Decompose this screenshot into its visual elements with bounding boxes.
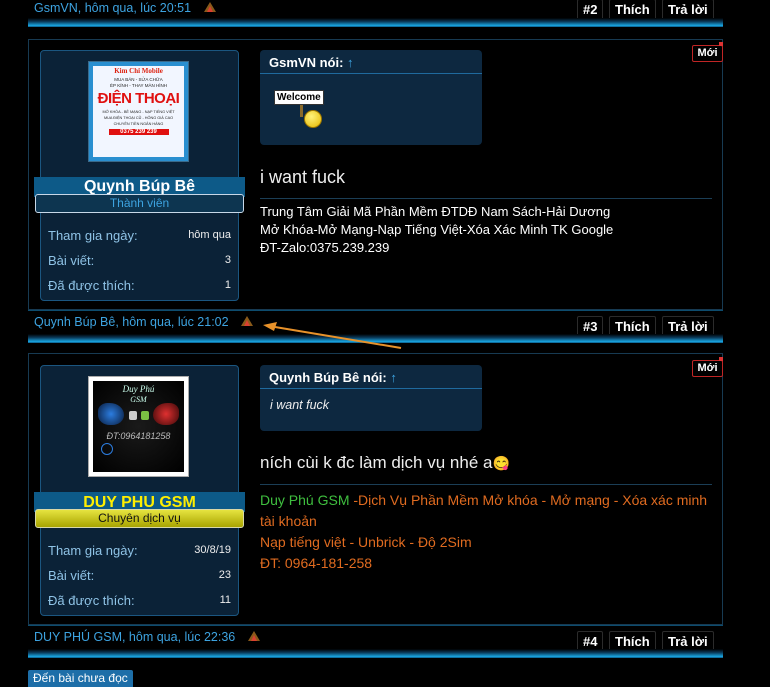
stat-likes: Đã được thích: 11 [48, 593, 231, 608]
avatar-big-text: ĐIỆN THOẠI [97, 90, 180, 107]
avatar-text: Duy Phú [122, 384, 155, 394]
avatar-phone: 0375 239 239 [108, 129, 169, 135]
stat-posts: Bài viết: 23 [48, 568, 231, 583]
signature-line: ĐT: 0964-181-258 [260, 555, 373, 571]
signature-line: ĐT-Zalo:0375.239.239 [260, 240, 390, 255]
signature-line: Trung Tâm Giải Mã Phần Mềm ĐTDĐ Nam Sách… [260, 204, 611, 219]
post-3: Mới Kim Chi Mobile MUA BÁN - SỬA CHỮA ÉP… [28, 39, 723, 310]
post-meta: GsmVN, hôm qua, lúc 20:51 [34, 1, 217, 15]
post-meta: DUY PHÚ GSM, hôm qua, lúc 22:36 [34, 630, 261, 644]
post-message: ních cùi k đc làm dịch vụ nhé a😋 [260, 453, 510, 473]
post-footer-bar-4: DUY PHÚ GSM, hôm qua, lúc 22:36 #4 Thích… [28, 625, 723, 658]
post-4: Mới Duy Phú GSM ĐT:0964181258 DUY PHU GS… [28, 353, 723, 625]
user-info-panel: Duy Phú GSM ĐT:0964181258 DUY PHU GSM Ch… [34, 365, 245, 616]
avatar[interactable]: Duy Phú GSM ĐT:0964181258 [88, 376, 189, 477]
post-meta: Quynh Búp Bê, hôm qua, lúc 21:02 [34, 315, 254, 329]
signature-divider [260, 198, 712, 199]
post-number-link[interactable]: #4 [577, 631, 604, 653]
quote-author: GsmVN nói: [269, 55, 344, 70]
avatar-phone: ĐT:0964181258 [106, 431, 171, 441]
stat-likes: Đã được thích: 1 [48, 278, 231, 293]
signature-line: Duy Phú GSM -Dịch Vụ Phần Mềm Mở khóa - … [260, 492, 708, 529]
like-button[interactable]: Thích [609, 631, 656, 653]
quote-block: Quynh Búp Bê nói: ↑ i want fuck [260, 365, 482, 431]
signature-divider [260, 484, 712, 485]
avatar-text: MUA ĐIỆN THOẠI CŨ - HỎNG GIÁ CAO [103, 116, 174, 120]
user-title: Thành viên [35, 194, 244, 213]
stat-joined: Tham gia ngày: 30/8/19 [48, 543, 231, 558]
reply-button[interactable]: Trả lời [662, 631, 714, 653]
post-author-link[interactable]: Quynh Búp Bê [34, 315, 115, 329]
quote-author: Quynh Búp Bê nói: [269, 370, 387, 385]
stat-posts: Bài viết: 3 [48, 253, 231, 268]
like-button[interactable]: Thích [609, 0, 656, 21]
post-footer-bar-2: GsmVN, hôm qua, lúc 20:51 #2 Thích Trả l… [28, 0, 723, 27]
post-time[interactable]: , hôm qua, lúc 22:36 [122, 630, 235, 644]
signature: Duy Phú GSM -Dịch Vụ Phần Mềm Mở khóa - … [260, 490, 715, 574]
welcome-smiley: Welcome [274, 90, 334, 132]
quote-header: Quynh Búp Bê nói: ↑ [260, 365, 482, 389]
post-time[interactable]: , hôm qua, lúc 20:51 [78, 1, 191, 15]
avatar-text: MUA BÁN - SỬA CHỮA [114, 77, 163, 82]
report-icon[interactable] [203, 1, 217, 13]
avatar-text: CHUYÊN TIỀN NGÂN HÀNG [113, 122, 164, 126]
unread-posts-button[interactable]: Đến bài chưa đọc [28, 670, 133, 687]
signature-line: Mở Khóa-Mở Mạng-Nạp Tiếng Việt-Xóa Xác M… [260, 222, 614, 237]
stat-joined: Tham gia ngày: hôm qua [48, 228, 231, 243]
signature-line: Nạp tiếng việt - Unbrick - Độ 2Sim [260, 534, 472, 550]
tongue-emoji-icon: 😋 [492, 455, 510, 471]
avatar-text: MỞ KHÓA - BẺ MẠNG - NẠP TIẾNG VIỆT [102, 110, 175, 114]
post-message: i want fuck [260, 167, 346, 187]
post-time[interactable]: , hôm qua, lúc 21:02 [115, 315, 228, 329]
reply-button[interactable]: Trả lời [662, 316, 714, 338]
quote-arrow-icon[interactable]: ↑ [390, 370, 397, 385]
quote-arrow-icon[interactable]: ↑ [347, 55, 354, 70]
post-author-link[interactable]: GsmVN [34, 1, 78, 15]
quote-text: i want fuck [270, 398, 330, 412]
reply-button[interactable]: Trả lời [662, 0, 714, 21]
post-author-link[interactable]: DUY PHÚ GSM [34, 630, 122, 644]
post-number-link[interactable]: #3 [577, 316, 604, 338]
post-number-link[interactable]: #2 [577, 0, 604, 21]
message-text: ních cùi k đc làm dịch vụ nhé a [260, 453, 493, 472]
user-title: Chuyên dịch vụ [35, 509, 244, 528]
annotation-arrow [263, 322, 402, 349]
report-icon[interactable] [240, 315, 254, 327]
avatar-text: ÉP KÍNH - THAY MÀN HÌNH [110, 83, 167, 88]
new-badge: Mới [692, 357, 723, 377]
avatar-brand-text: Kim Chi Mobile [114, 67, 163, 75]
signature: Trung Tâm Giải Mã Phần Mềm ĐTDĐ Nam Sách… [260, 203, 720, 257]
quote-header: GsmVN nói: ↑ [260, 50, 482, 74]
new-badge: Mới [692, 42, 723, 62]
like-button[interactable]: Thích [609, 316, 656, 338]
user-info-panel: Kim Chi Mobile MUA BÁN - SỬA CHỮA ÉP KÍN… [34, 50, 245, 301]
smiley-icon [304, 110, 322, 128]
report-icon[interactable] [247, 630, 261, 642]
welcome-sign: Welcome [274, 90, 324, 105]
quote-block: GsmVN nói: ↑ Welcome [260, 50, 482, 145]
avatar[interactable]: Kim Chi Mobile MUA BÁN - SỬA CHỮA ÉP KÍN… [88, 61, 189, 162]
